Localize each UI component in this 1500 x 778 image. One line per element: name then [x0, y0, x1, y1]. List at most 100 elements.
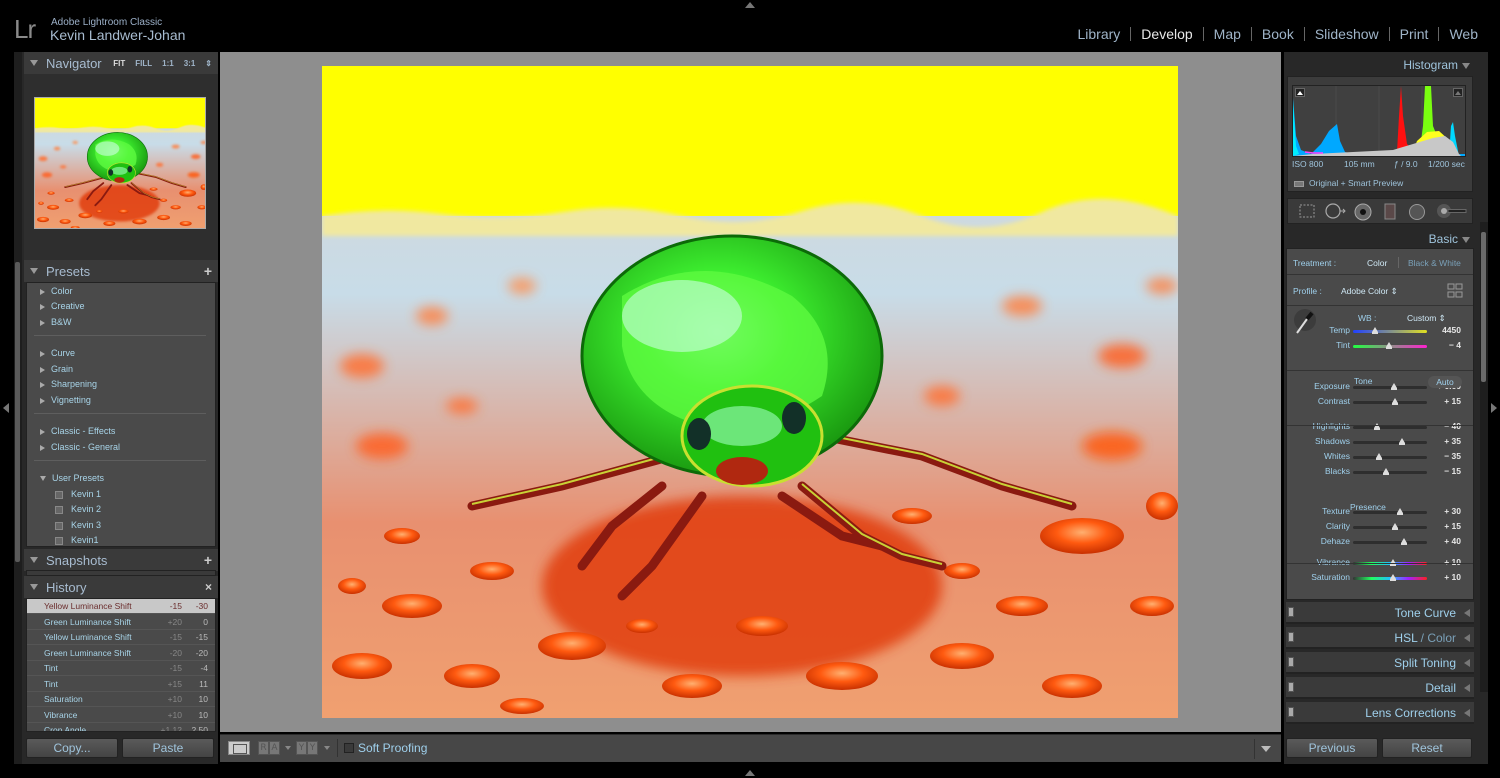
- copy-settings-dropdown-icon[interactable]: [324, 746, 330, 750]
- toggle-left-panel-icon[interactable]: [3, 403, 9, 413]
- highlights-value[interactable]: − 40: [1444, 421, 1461, 431]
- blacks-value[interactable]: − 15: [1444, 466, 1461, 476]
- adjustment-brush-icon[interactable]: [1436, 203, 1468, 219]
- clarity-slider-handle[interactable]: [1392, 523, 1399, 530]
- lens-corrections-panel-header[interactable]: Lens Corrections: [1286, 702, 1474, 724]
- add-snapshot-icon[interactable]: +: [204, 552, 212, 568]
- texture-value[interactable]: + 30: [1444, 506, 1461, 516]
- preset-folder-user[interactable]: User Presets: [40, 473, 104, 483]
- shadow-clipping-button[interactable]: [1295, 88, 1305, 97]
- highlights-slider[interactable]: [1353, 423, 1427, 430]
- preset-folder[interactable]: B&W: [40, 317, 72, 327]
- zoom-fill[interactable]: FILL: [135, 59, 152, 68]
- presets-header[interactable]: Presets +: [24, 260, 218, 282]
- clarity-slider[interactable]: [1353, 523, 1427, 530]
- history-list[interactable]: Yellow Luminance Shift -15 -30 Green Lumin…: [26, 598, 216, 732]
- clarity-value[interactable]: + 15: [1444, 521, 1461, 531]
- shadows-slider-handle[interactable]: [1398, 438, 1405, 445]
- whites-slider[interactable]: [1353, 453, 1427, 460]
- saturation-slider-handle[interactable]: [1389, 574, 1396, 581]
- saturation-slider[interactable]: [1353, 574, 1427, 581]
- history-row[interactable]: Crop Angle +1.12 2.50: [27, 723, 215, 731]
- paste-settings-button[interactable]: Paste: [122, 738, 214, 758]
- history-row[interactable]: Tint +15 11: [27, 677, 215, 692]
- tint-slider-handle[interactable]: [1386, 342, 1393, 349]
- tint-value[interactable]: − 4: [1449, 340, 1461, 350]
- texture-slider-handle[interactable]: [1397, 508, 1404, 515]
- before-after-dropdown-icon[interactable]: [285, 746, 291, 750]
- navigator-thumbnail[interactable]: [34, 97, 206, 229]
- user-preset-item[interactable]: Kevin 1: [55, 489, 101, 499]
- scrollbar-thumb[interactable]: [1481, 232, 1486, 382]
- user-preset-item[interactable]: Kevin 3: [55, 520, 101, 530]
- swap-settings-button[interactable]: YY: [296, 741, 318, 755]
- graduated-filter-icon[interactable]: [1384, 203, 1396, 221]
- module-web[interactable]: Web: [1439, 26, 1488, 42]
- reset-button[interactable]: Reset: [1382, 738, 1472, 758]
- temp-slider-handle[interactable]: [1372, 327, 1379, 334]
- left-panel-scrollbar[interactable]: [14, 52, 22, 764]
- history-row[interactable]: Tint -15 -4: [27, 661, 215, 676]
- module-map[interactable]: Map: [1204, 26, 1251, 42]
- blacks-slider-handle[interactable]: [1382, 468, 1389, 475]
- preset-folder[interactable]: Color: [40, 286, 73, 296]
- white-balance-eyedropper-icon[interactable]: [1293, 309, 1317, 335]
- vibrance-value[interactable]: + 10: [1444, 557, 1461, 567]
- soft-proofing-label[interactable]: Soft Proofing: [358, 741, 427, 755]
- history-row[interactable]: Yellow Luminance Shift -15 -30: [27, 599, 215, 614]
- highlight-clipping-button[interactable]: [1453, 88, 1463, 97]
- histogram-graph[interactable]: [1292, 85, 1466, 157]
- history-row[interactable]: Green Luminance Shift +20 0: [27, 615, 215, 630]
- detail-panel-header[interactable]: Detail: [1286, 677, 1474, 699]
- saturation-value[interactable]: + 10: [1444, 572, 1461, 582]
- profile-browser-icon[interactable]: [1447, 283, 1463, 299]
- user-preset-item[interactable]: Kevin 2: [55, 504, 101, 514]
- toggle-right-panel-icon[interactable]: [1491, 403, 1497, 413]
- history-row[interactable]: Saturation +10 10: [27, 692, 215, 707]
- wb-select[interactable]: Custom ⇕: [1407, 313, 1446, 324]
- radial-filter-icon[interactable]: [1408, 203, 1426, 221]
- preset-folder[interactable]: Creative: [40, 301, 85, 311]
- whites-value[interactable]: − 35: [1444, 451, 1461, 461]
- toggle-top-panel-icon[interactable]: [745, 2, 755, 8]
- exposure-slider[interactable]: [1353, 383, 1427, 390]
- history-row[interactable]: Vibrance +10 10: [27, 708, 215, 723]
- exposure-slider-handle[interactable]: [1391, 383, 1398, 390]
- treatment-color-option[interactable]: Color: [1367, 258, 1387, 268]
- panel-switch-icon[interactable]: [1288, 632, 1294, 642]
- clear-history-icon[interactable]: ×: [205, 580, 212, 594]
- contrast-value[interactable]: + 15: [1444, 396, 1461, 406]
- add-preset-icon[interactable]: +: [204, 263, 212, 279]
- history-row[interactable]: Green Luminance Shift -20 -20: [27, 646, 215, 661]
- treatment-bw-option[interactable]: Black & White: [1408, 258, 1461, 268]
- soft-proofing-checkbox[interactable]: [344, 743, 354, 753]
- hsl-color-panel-header[interactable]: HSL / Color: [1286, 627, 1474, 649]
- spot-removal-tool-icon[interactable]: [1324, 203, 1346, 219]
- dehaze-slider-handle[interactable]: [1401, 538, 1408, 545]
- zoom-3-1[interactable]: 3:1: [184, 59, 196, 68]
- snapshots-header[interactable]: Snapshots +: [24, 549, 218, 571]
- photo-preview[interactable]: [322, 66, 1178, 718]
- module-book[interactable]: Book: [1252, 26, 1304, 42]
- red-eye-tool-icon[interactable]: [1354, 203, 1372, 221]
- basic-header[interactable]: Basic: [1284, 228, 1474, 250]
- temp-slider[interactable]: [1353, 327, 1427, 334]
- user-preset-item[interactable]: Kevin1: [55, 535, 99, 545]
- preset-folder[interactable]: Vignetting: [40, 395, 91, 405]
- module-develop[interactable]: Develop: [1131, 26, 1202, 42]
- blacks-slider[interactable]: [1353, 468, 1427, 475]
- navigator-header[interactable]: Navigator FIT FILL 1:1 3:1 ⇕: [24, 52, 218, 74]
- tone-curve-panel-header[interactable]: Tone Curve: [1286, 602, 1474, 624]
- module-slideshow[interactable]: Slideshow: [1305, 26, 1389, 42]
- preset-folder[interactable]: Grain: [40, 364, 73, 374]
- panel-switch-icon[interactable]: [1288, 707, 1294, 717]
- tint-slider[interactable]: [1353, 342, 1427, 349]
- contrast-slider[interactable]: [1353, 398, 1427, 405]
- contrast-slider-handle[interactable]: [1392, 398, 1399, 405]
- zoom-stepper-icon[interactable]: ⇕: [205, 59, 212, 68]
- profile-select[interactable]: Adobe Color ⇕: [1341, 286, 1398, 297]
- module-print[interactable]: Print: [1390, 26, 1439, 42]
- copy-settings-button[interactable]: Copy...: [26, 738, 118, 758]
- temp-value[interactable]: 4450: [1442, 325, 1461, 335]
- before-after-button[interactable]: RA: [258, 741, 280, 755]
